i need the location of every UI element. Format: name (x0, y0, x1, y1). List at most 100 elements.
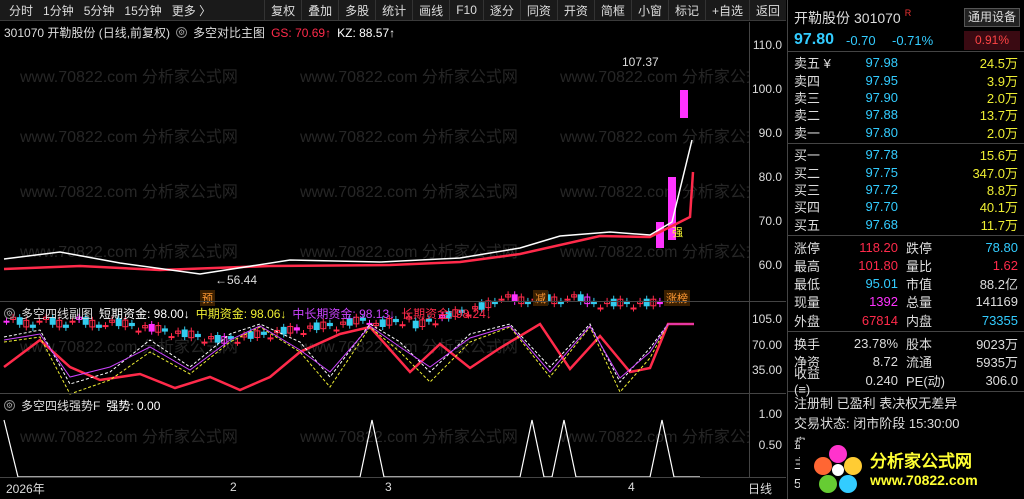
site-logo: 分析家公式网 www.70822.com (800, 440, 1024, 499)
main-pane-title: 301070 开勒股份 (日线,前复权) ⚙ 多空对比主图 GS: 70.69↑… (4, 24, 395, 41)
simple-frame-button[interactable]: 简框 (593, 0, 631, 20)
tab-more[interactable]: 更多 〉 (167, 2, 216, 19)
ask-label: 卖二 (794, 108, 821, 124)
price-axis: 110.0 100.0 90.0 80.0 70.0 60.0 105.0 70… (749, 22, 786, 477)
x-tick: 4 (628, 480, 635, 494)
long-funds-line (3, 322, 694, 392)
stat-label: 最高 (794, 258, 821, 274)
ask-price: 97.88 (865, 107, 898, 123)
stat-row: 涨停 118.20 跌停 78.80 (788, 238, 1024, 256)
mark-button[interactable]: 标记 (667, 0, 705, 20)
bid-price: 97.72 (865, 181, 898, 197)
multi-stock-button[interactable]: 多股 (338, 0, 375, 20)
chart-area[interactable]: www.70822.com 分析家公式网 www.70822.com 分析家公式… (0, 22, 786, 477)
bid-row[interactable]: 买四 97.70 40.1万 (788, 198, 1024, 215)
same-capital-button[interactable]: 同资 (519, 0, 557, 20)
stat-value: 95.01 (865, 276, 898, 292)
candle (630, 307, 637, 310)
ask-price: 97.98 (865, 55, 898, 71)
tab-1min[interactable]: 1分钟 (38, 2, 79, 19)
ask-row[interactable]: 卖四 97.95 3.9万 (788, 71, 1024, 89)
bid-row[interactable]: 买五 97.68 11.7万 (788, 216, 1024, 233)
indicator-name[interactable]: 多空对比主图 (193, 24, 265, 41)
ask-row[interactable]: 卖五 ¥ 97.98 24.5万 (788, 54, 1024, 71)
f10-button[interactable]: F10 (449, 0, 483, 20)
toolbar: 分时 1分钟 5分钟 15分钟 更多 〉 复权 叠加 多股 统计 画线 F10 … (0, 0, 786, 21)
candle (267, 337, 274, 340)
candle (148, 324, 155, 332)
price-change: -0.70 (846, 33, 876, 48)
quote-panel: 开勒股份 301070 R 97.80 -0.70 -0.71% 通用设备 0.91… (787, 0, 1024, 499)
settings-icon[interactable]: ⚙ (4, 400, 15, 411)
ask-price: 97.95 (865, 72, 898, 88)
stat-value: 9023万 (976, 337, 1018, 353)
pane-divider[interactable] (0, 301, 786, 302)
long-funds-value: 长期资金: 98.24↓ (401, 307, 492, 321)
by-minute-button[interactable]: 逐分 (482, 0, 520, 20)
y-tick: 110.0 (752, 38, 782, 52)
y-tick: 1.00 (758, 407, 782, 421)
y-tick: 0.50 (758, 438, 782, 452)
logo-url: www.70822.com (870, 471, 978, 488)
bid-row[interactable]: 买二 97.75 347.0万 (788, 163, 1024, 181)
ask-row[interactable]: 卖三 97.90 2.0万 (788, 89, 1024, 106)
add-watchlist-button[interactable]: +自选 (704, 0, 749, 20)
ask-label: 卖一 (794, 125, 821, 141)
ask-row[interactable]: 卖二 97.88 13.7万 (788, 106, 1024, 123)
stat-value: 306.0 (985, 372, 1018, 388)
stat-value: 5935万 (976, 355, 1018, 371)
sector-button[interactable]: 通用设备 (964, 8, 1020, 27)
pane-divider[interactable] (0, 393, 786, 394)
restore-rights-button[interactable]: 复权 (264, 0, 301, 20)
stat-label: 外盘 (794, 313, 821, 329)
ask-volume: 2.0万 (986, 90, 1018, 106)
stat-value: 23.78% (853, 336, 898, 352)
sub1-title[interactable]: 多空四线副图 (21, 305, 93, 322)
tab-intraday[interactable]: 分时 (4, 2, 38, 19)
period-mode[interactable]: 日线 (748, 480, 772, 497)
bid-volume: 11.7万 (980, 217, 1018, 233)
watermark-text: www.70822.com 分析家公式网 (299, 128, 518, 146)
open-capital-button[interactable]: 开资 (556, 0, 594, 20)
back-button[interactable]: 返回 (748, 0, 786, 20)
stock-code: 301070 (854, 10, 901, 26)
watermark-text: www.70822.com 分析家公式网 (19, 338, 238, 356)
settings-icon[interactable]: ⚙ (176, 27, 188, 38)
overlay-button[interactable]: 叠加 (301, 0, 338, 20)
stat-label: 换手 (794, 337, 821, 353)
y-tick: 80.0 (758, 170, 782, 184)
y-tick: 90.0 (758, 126, 782, 140)
candle (181, 329, 188, 338)
candle (680, 90, 688, 118)
stat-value: 1.62 (992, 257, 1018, 273)
ask-row[interactable]: 卖一 97.80 2.0万 (788, 124, 1024, 141)
x-tick: 3 (385, 480, 392, 494)
sub2-title[interactable]: 多空四线强势F (21, 397, 100, 414)
quote-stats: 涨停 118.20 跌停 78.80 最高 101.80 量比 1.62 最低 95.01 市值… (788, 236, 1024, 333)
candle (62, 324, 69, 328)
stat-label: 收益(≡) (794, 366, 821, 398)
candle (412, 320, 419, 329)
gs-value: GS: 70.69↑ (271, 25, 332, 40)
bid-row[interactable]: 买一 97.78 15.6万 (788, 146, 1024, 163)
tab-5min[interactable]: 5分钟 (79, 2, 120, 19)
candle (201, 341, 208, 344)
kz-value: KZ: 88.57↑ (337, 25, 396, 40)
marker-pre: 预 (200, 290, 215, 306)
candle (29, 324, 36, 328)
stat-value: 1392 (869, 294, 898, 310)
candle (313, 322, 320, 331)
strength-value: 强势: 0.00 (106, 399, 161, 413)
bid-row[interactable]: 买三 97.72 8.8万 (788, 181, 1024, 198)
trade-status: 交易状态: 闭市阶段 15:30:00 (794, 416, 960, 432)
settings-icon[interactable]: ⚙ (4, 308, 15, 319)
stat-label: 现量 (794, 295, 821, 311)
draw-line-button[interactable]: 画线 (412, 0, 449, 20)
tab-15min[interactable]: 15分钟 (119, 2, 166, 19)
stat-label: PE(动) (906, 373, 946, 389)
small-window-button[interactable]: 小窗 (630, 0, 668, 20)
candle (161, 328, 168, 332)
statistics-button[interactable]: 统计 (375, 0, 412, 20)
ask-label: 卖三 (794, 90, 821, 106)
stat-value: 73355 (981, 312, 1018, 328)
